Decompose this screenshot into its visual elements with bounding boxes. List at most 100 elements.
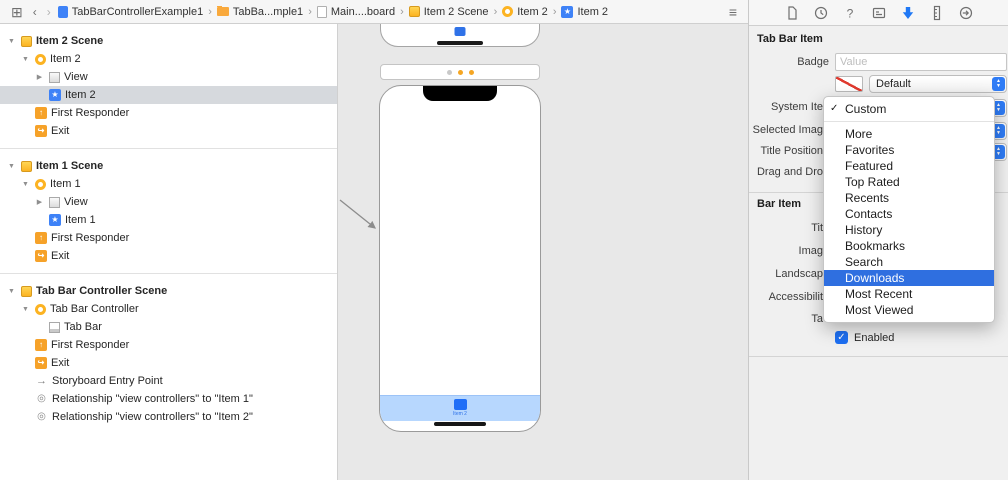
history-inspector-icon[interactable] — [813, 5, 829, 21]
storyboard-canvas[interactable]: Item 2 — [338, 24, 748, 480]
relationship-icon: ◎ — [37, 393, 46, 404]
disclosure-triangle-icon[interactable]: ▶ — [34, 73, 45, 81]
enabled-checkbox[interactable] — [835, 331, 848, 344]
exit-icon: ↪ — [35, 357, 47, 369]
outline-item-label: View — [64, 71, 88, 83]
popup-stepper-icon[interactable] — [992, 77, 1005, 91]
menu-item-label: Search — [845, 255, 884, 269]
outline-row[interactable]: ▼ Item 2 — [0, 50, 337, 68]
tab-bar-item-icon: ★ — [49, 214, 61, 226]
menu-item[interactable]: ✓ Custom — [824, 101, 994, 117]
breadcrumb-label: TabBa...mple1 — [232, 5, 304, 18]
menu-item-label: Bookmarks — [845, 239, 906, 253]
badge-color-popup[interactable]: Default — [869, 75, 1007, 93]
menu-item[interactable]: History — [824, 222, 994, 238]
outline-row[interactable]: ▼ Item 1 — [0, 175, 337, 193]
outline-row[interactable]: ▶ View — [0, 193, 337, 211]
device-frame-item1[interactable] — [380, 24, 540, 47]
tab-bar-controller-bar[interactable] — [380, 64, 540, 80]
outline-row[interactable]: ↑ First Responder — [0, 229, 337, 247]
disclosure-triangle-icon[interactable]: ▼ — [6, 163, 17, 170]
device-frame-item2[interactable]: Item 2 — [379, 85, 541, 432]
editor-list-icon[interactable]: ≡ — [724, 1, 742, 23]
menu-item[interactable]: Downloads — [824, 270, 994, 286]
breadcrumb-separator-icon: › — [400, 5, 404, 18]
outline-item-label: Relationship "view controllers" to "Item… — [52, 393, 253, 405]
menu-item[interactable]: Recents — [824, 190, 994, 206]
outline-row[interactable]: ▼ Item 2 Scene — [0, 32, 337, 50]
outline-item-label: Tab Bar — [64, 321, 102, 333]
attributes-inspector-icon[interactable] — [900, 5, 916, 21]
breadcrumb-item[interactable]: Main....board — [315, 5, 397, 18]
outline-row[interactable]: ◎ Relationship "view controllers" to "Ite… — [0, 408, 337, 426]
menu-item[interactable]: Search — [824, 254, 994, 270]
outline-row[interactable]: ▼ Tab Bar Controller Scene — [0, 282, 337, 300]
menu-separator — [824, 121, 994, 122]
breadcrumb-separator-icon: › — [552, 5, 557, 18]
outline-row[interactable]: ↑ First Responder — [0, 336, 337, 354]
enabled-label: Enabled — [854, 332, 895, 344]
breadcrumb-separator-icon: › — [208, 5, 212, 18]
breadcrumb-item[interactable]: Item 2 Scene — [407, 6, 491, 18]
menu-item-label: Contacts — [845, 207, 893, 221]
outline-row[interactable]: → Storyboard Entry Point — [0, 372, 337, 390]
related-items-icon[interactable]: ⊞ — [6, 1, 28, 23]
disclosure-triangle-icon[interactable]: ▼ — [20, 181, 31, 188]
outline-item-label: View — [64, 196, 88, 208]
breadcrumb-item[interactable]: Item 2 — [500, 6, 550, 18]
tab-bar[interactable]: Item 2 — [380, 395, 540, 421]
menu-item[interactable]: More — [824, 126, 994, 142]
system-item-label: System Ite — [771, 101, 823, 113]
size-inspector-icon[interactable] — [929, 5, 945, 21]
svg-text:?: ? — [846, 6, 853, 20]
disclosure-triangle-icon[interactable]: ▼ — [6, 38, 17, 45]
connections-inspector-icon[interactable] — [958, 5, 974, 21]
quick-help-icon[interactable]: ? — [842, 5, 858, 21]
badge-field[interactable] — [835, 53, 1007, 71]
outline-row[interactable]: ↑ First Responder — [0, 104, 337, 122]
file-inspector-icon[interactable] — [784, 5, 800, 21]
outline-row[interactable]: ★ Item 1 — [0, 211, 337, 229]
tab-bar-icon-glyph — [454, 27, 466, 36]
menu-item[interactable]: Featured — [824, 158, 994, 174]
tab-bar-item-icon[interactable] — [453, 399, 467, 410]
outline-item-label: Item 2 — [65, 89, 96, 101]
disclosure-triangle-icon[interactable]: ▼ — [6, 288, 17, 295]
outline-item-label: Item 2 — [50, 53, 81, 65]
outline-row[interactable]: Tab Bar — [0, 318, 337, 336]
outline-row[interactable]: ▼ Item 1 Scene — [0, 157, 337, 175]
home-indicator — [434, 422, 486, 426]
outline-row[interactable]: ▼ Tab Bar Controller — [0, 300, 337, 318]
menu-item[interactable]: Favorites — [824, 142, 994, 158]
back-icon[interactable]: ‹ — [28, 1, 42, 23]
menu-item[interactable]: Most Recent — [824, 286, 994, 302]
menu-item[interactable]: Bookmarks — [824, 238, 994, 254]
outline-row[interactable]: ▶ View — [0, 68, 337, 86]
outline-row[interactable]: ★ Item 2 — [0, 86, 337, 104]
menu-item-label: Recents — [845, 191, 890, 205]
exit-icon: ↪ — [35, 250, 47, 262]
menu-item[interactable]: Contacts — [824, 206, 994, 222]
breadcrumb-separator-icon: › — [308, 5, 312, 18]
menu-item-label: Most Viewed — [845, 303, 914, 317]
badge-label: Badge — [797, 56, 829, 68]
outline-item-label: Tab Bar Controller Scene — [36, 285, 168, 297]
menu-item[interactable]: Most Viewed — [824, 302, 994, 318]
disclosure-triangle-icon[interactable]: ▶ — [34, 198, 45, 206]
outline-row[interactable]: ◎ Relationship "view controllers" to "Ite… — [0, 390, 337, 408]
menu-item[interactable]: Top Rated — [824, 174, 994, 190]
identity-inspector-icon[interactable] — [871, 5, 887, 21]
outline-row[interactable]: ↪ Exit — [0, 247, 337, 265]
menu-item-label: Favorites — [845, 143, 895, 157]
breadcrumb-item[interactable]: ★ Item 2 — [559, 5, 610, 18]
disclosure-triangle-icon[interactable]: ▼ — [20, 56, 31, 63]
disclosure-triangle-icon[interactable]: ▼ — [20, 306, 31, 313]
forward-icon[interactable]: › — [42, 1, 56, 23]
view-controller-icon — [35, 303, 46, 315]
badge-color-swatch-icon[interactable] — [835, 76, 863, 92]
outline-row[interactable]: ↪ Exit — [0, 354, 337, 372]
outline-item-label: Item 1 — [50, 178, 81, 190]
breadcrumb-item[interactable]: TabBa...mple1 — [215, 5, 305, 18]
breadcrumb-item[interactable]: TabBarControllerExample1 — [56, 5, 205, 18]
outline-row[interactable]: ↪ Exit — [0, 122, 337, 140]
